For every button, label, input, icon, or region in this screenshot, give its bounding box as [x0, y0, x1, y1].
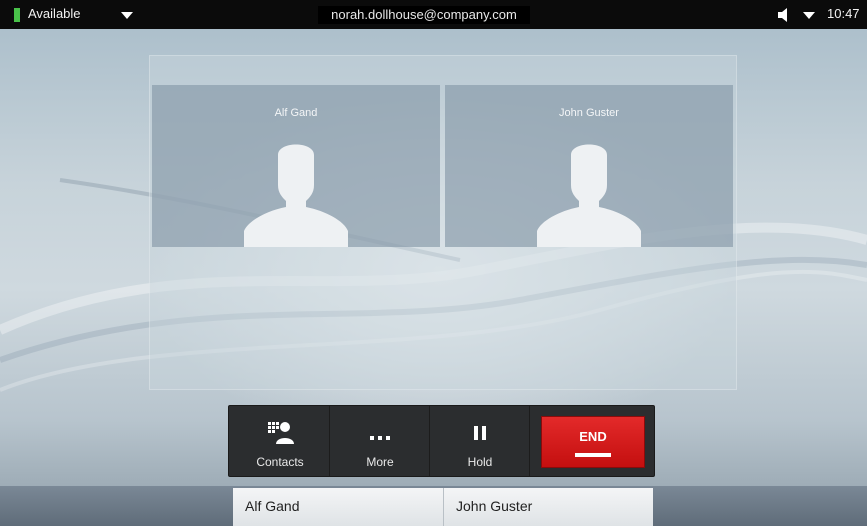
- contacts-button[interactable]: Contacts: [231, 406, 330, 476]
- person-silhouette-icon: [537, 144, 641, 247]
- participant-tile[interactable]: John Guster: [445, 85, 733, 247]
- hold-label: Hold: [467, 455, 493, 469]
- speaker-icon[interactable]: [778, 8, 790, 25]
- end-call-icon: [575, 453, 611, 457]
- participant-name: John Guster: [559, 107, 619, 119]
- pause-icon: [431, 420, 529, 447]
- end-label: END: [579, 429, 607, 444]
- participant-tab[interactable]: Alf Gand: [233, 488, 443, 526]
- participant-tab[interactable]: John Guster: [443, 488, 653, 526]
- end-call-button[interactable]: END: [541, 416, 645, 468]
- presence-status[interactable]: Available: [28, 6, 81, 21]
- chevron-down-icon[interactable]: [121, 12, 133, 19]
- account-address: norah.dollhouse@company.com: [318, 6, 530, 24]
- contacts-label: Contacts: [256, 455, 304, 469]
- hold-button[interactable]: Hold: [431, 406, 530, 476]
- person-silhouette-icon: [244, 144, 348, 247]
- clock: 10:47: [827, 6, 860, 21]
- status-bar: Available norah.dollhouse@company.com 10…: [0, 0, 867, 29]
- participant-tile[interactable]: Alf Gand: [152, 85, 440, 247]
- chevron-down-icon[interactable]: [803, 12, 815, 19]
- ellipsis-icon: [331, 420, 429, 447]
- more-button[interactable]: More: [331, 406, 430, 476]
- participant-name: Alf Gand: [274, 107, 318, 119]
- call-controls: Contacts More Hold END: [228, 405, 655, 477]
- contacts-icon: [231, 420, 329, 447]
- more-label: More: [366, 455, 394, 469]
- status-indicator-icon: [14, 8, 20, 22]
